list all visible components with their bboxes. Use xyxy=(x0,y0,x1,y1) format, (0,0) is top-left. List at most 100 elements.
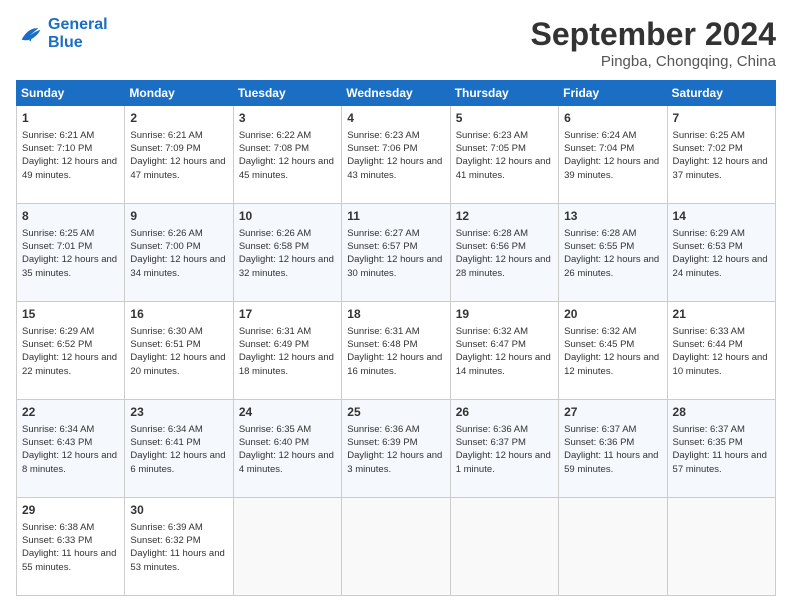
day-header-monday: Monday xyxy=(125,81,233,106)
calendar-cell: 30Sunrise: 6:39 AMSunset: 6:32 PMDayligh… xyxy=(125,498,233,596)
sunset-label: Sunset: 7:10 PM xyxy=(22,143,92,154)
calendar-cell: 24Sunrise: 6:35 AMSunset: 6:40 PMDayligh… xyxy=(233,400,341,498)
daylight-label: Daylight: 11 hours and 59 minutes. xyxy=(564,450,658,474)
day-number: 3 xyxy=(239,110,336,127)
day-number: 11 xyxy=(347,208,444,225)
calendar-cell: 20Sunrise: 6:32 AMSunset: 6:45 PMDayligh… xyxy=(559,302,667,400)
logo-icon xyxy=(16,20,44,48)
sunrise-label: Sunrise: 6:21 AM xyxy=(22,130,94,141)
calendar-cell xyxy=(233,498,341,596)
day-number: 14 xyxy=(673,208,770,225)
day-header-tuesday: Tuesday xyxy=(233,81,341,106)
calendar-cell: 16 Sunrise: 6:30 AM Sunset: 6:51 PM Dayligh… xyxy=(125,302,233,400)
day-number: 22 xyxy=(22,404,119,421)
daylight-label: Daylight: 12 hours and 37 minutes. xyxy=(673,156,768,180)
sunrise-label: Sunrise: 6:35 AM xyxy=(239,424,311,435)
calendar-cell: 14Sunrise: 6:29 AMSunset: 6:53 PMDayligh… xyxy=(667,204,775,302)
calendar-cell xyxy=(559,498,667,596)
sunset-label: Sunset: 6:39 PM xyxy=(347,437,417,448)
daylight-label: Daylight: 12 hours and 20 minutes. xyxy=(130,352,225,376)
sunrise-label: Sunrise: 6:29 AM xyxy=(673,228,745,239)
calendar-week-4: 22 Sunrise: 6:34 AM Sunset: 6:43 PM Dayligh… xyxy=(17,400,776,498)
location: Pingba, Chongqing, China xyxy=(531,53,776,70)
month-title: September 2024 xyxy=(531,16,776,53)
daylight-label: Daylight: 12 hours and 49 minutes. xyxy=(22,156,117,180)
sunset-label: Sunset: 6:47 PM xyxy=(456,339,526,350)
sunrise-label: Sunrise: 6:28 AM xyxy=(564,228,636,239)
sunset-label: Sunset: 6:44 PM xyxy=(673,339,743,350)
sunrise-label: Sunrise: 6:31 AM xyxy=(239,326,311,337)
calendar-cell: 11Sunrise: 6:27 AMSunset: 6:57 PMDayligh… xyxy=(342,204,450,302)
calendar-cell: 18Sunrise: 6:31 AMSunset: 6:48 PMDayligh… xyxy=(342,302,450,400)
calendar-cell: 21Sunrise: 6:33 AMSunset: 6:44 PMDayligh… xyxy=(667,302,775,400)
sunset-label: Sunset: 6:52 PM xyxy=(22,339,92,350)
day-number: 28 xyxy=(673,404,770,421)
day-number: 25 xyxy=(347,404,444,421)
sunrise-label: Sunrise: 6:28 AM xyxy=(456,228,528,239)
day-number: 16 xyxy=(130,306,227,323)
day-number: 5 xyxy=(456,110,553,127)
calendar-cell: 17Sunrise: 6:31 AMSunset: 6:49 PMDayligh… xyxy=(233,302,341,400)
sunrise-label: Sunrise: 6:34 AM xyxy=(130,424,202,435)
sunset-label: Sunset: 6:40 PM xyxy=(239,437,309,448)
sunset-label: Sunset: 7:05 PM xyxy=(456,143,526,154)
day-number: 13 xyxy=(564,208,661,225)
sunrise-label: Sunrise: 6:26 AM xyxy=(239,228,311,239)
sunrise-label: Sunrise: 6:30 AM xyxy=(130,326,202,337)
daylight-label: Daylight: 12 hours and 6 minutes. xyxy=(130,450,225,474)
day-number: 19 xyxy=(456,306,553,323)
sunset-label: Sunset: 6:48 PM xyxy=(347,339,417,350)
day-number: 17 xyxy=(239,306,336,323)
sunset-label: Sunset: 6:41 PM xyxy=(130,437,200,448)
daylight-label: Daylight: 12 hours and 26 minutes. xyxy=(564,254,659,278)
sunset-label: Sunset: 6:37 PM xyxy=(456,437,526,448)
calendar-header-row: SundayMondayTuesdayWednesdayThursdayFrid… xyxy=(17,81,776,106)
day-number: 30 xyxy=(130,502,227,519)
daylight-label: Daylight: 12 hours and 8 minutes. xyxy=(22,450,117,474)
sunrise-label: Sunrise: 6:38 AM xyxy=(22,522,94,533)
sunset-label: Sunset: 6:35 PM xyxy=(673,437,743,448)
title-block: September 2024 Pingba, Chongqing, China xyxy=(531,16,776,70)
daylight-label: Daylight: 11 hours and 55 minutes. xyxy=(22,548,116,572)
daylight-label: Daylight: 12 hours and 1 minute. xyxy=(456,450,551,474)
sunset-label: Sunset: 6:56 PM xyxy=(456,241,526,252)
calendar-cell: 26Sunrise: 6:36 AMSunset: 6:37 PMDayligh… xyxy=(450,400,558,498)
calendar-cell: 27Sunrise: 6:37 AMSunset: 6:36 PMDayligh… xyxy=(559,400,667,498)
sunrise-label: Sunrise: 6:24 AM xyxy=(564,130,636,141)
sunset-label: Sunset: 7:08 PM xyxy=(239,143,309,154)
logo: General Blue xyxy=(16,16,108,51)
calendar-cell: 4Sunrise: 6:23 AMSunset: 7:06 PMDaylight… xyxy=(342,106,450,204)
page: General Blue September 2024 Pingba, Chon… xyxy=(0,0,792,612)
header: General Blue September 2024 Pingba, Chon… xyxy=(16,16,776,70)
sunrise-label: Sunrise: 6:23 AM xyxy=(456,130,528,141)
calendar-cell: 23Sunrise: 6:34 AMSunset: 6:41 PMDayligh… xyxy=(125,400,233,498)
sunset-label: Sunset: 6:43 PM xyxy=(22,437,92,448)
calendar-table: SundayMondayTuesdayWednesdayThursdayFrid… xyxy=(16,80,776,596)
calendar-cell: 19Sunrise: 6:32 AMSunset: 6:47 PMDayligh… xyxy=(450,302,558,400)
sunset-label: Sunset: 6:51 PM xyxy=(130,339,200,350)
day-number: 24 xyxy=(239,404,336,421)
sunrise-label: Sunrise: 6:21 AM xyxy=(130,130,202,141)
day-number: 2 xyxy=(130,110,227,127)
daylight-label: Daylight: 12 hours and 22 minutes. xyxy=(22,352,117,376)
day-header-wednesday: Wednesday xyxy=(342,81,450,106)
day-header-friday: Friday xyxy=(559,81,667,106)
sunrise-label: Sunrise: 6:31 AM xyxy=(347,326,419,337)
day-number: 8 xyxy=(22,208,119,225)
daylight-label: Daylight: 12 hours and 35 minutes. xyxy=(22,254,117,278)
sunset-label: Sunset: 6:45 PM xyxy=(564,339,634,350)
calendar-cell: 7Sunrise: 6:25 AMSunset: 7:02 PMDaylight… xyxy=(667,106,775,204)
calendar-week-2: 8Sunrise: 6:25 AMSunset: 7:01 PMDaylight… xyxy=(17,204,776,302)
calendar-cell xyxy=(450,498,558,596)
sunrise-label: Sunrise: 6:32 AM xyxy=(564,326,636,337)
daylight-label: Daylight: 12 hours and 43 minutes. xyxy=(347,156,442,180)
calendar-cell: 9Sunrise: 6:26 AMSunset: 7:00 PMDaylight… xyxy=(125,204,233,302)
daylight-label: Daylight: 12 hours and 45 minutes. xyxy=(239,156,334,180)
day-header-sunday: Sunday xyxy=(17,81,125,106)
sunrise-label: Sunrise: 6:32 AM xyxy=(456,326,528,337)
calendar-cell: 6Sunrise: 6:24 AMSunset: 7:04 PMDaylight… xyxy=(559,106,667,204)
sunset-label: Sunset: 6:36 PM xyxy=(564,437,634,448)
daylight-label: Daylight: 12 hours and 41 minutes. xyxy=(456,156,551,180)
day-number: 21 xyxy=(673,306,770,323)
calendar-cell: 1Sunrise: 6:21 AMSunset: 7:10 PMDaylight… xyxy=(17,106,125,204)
